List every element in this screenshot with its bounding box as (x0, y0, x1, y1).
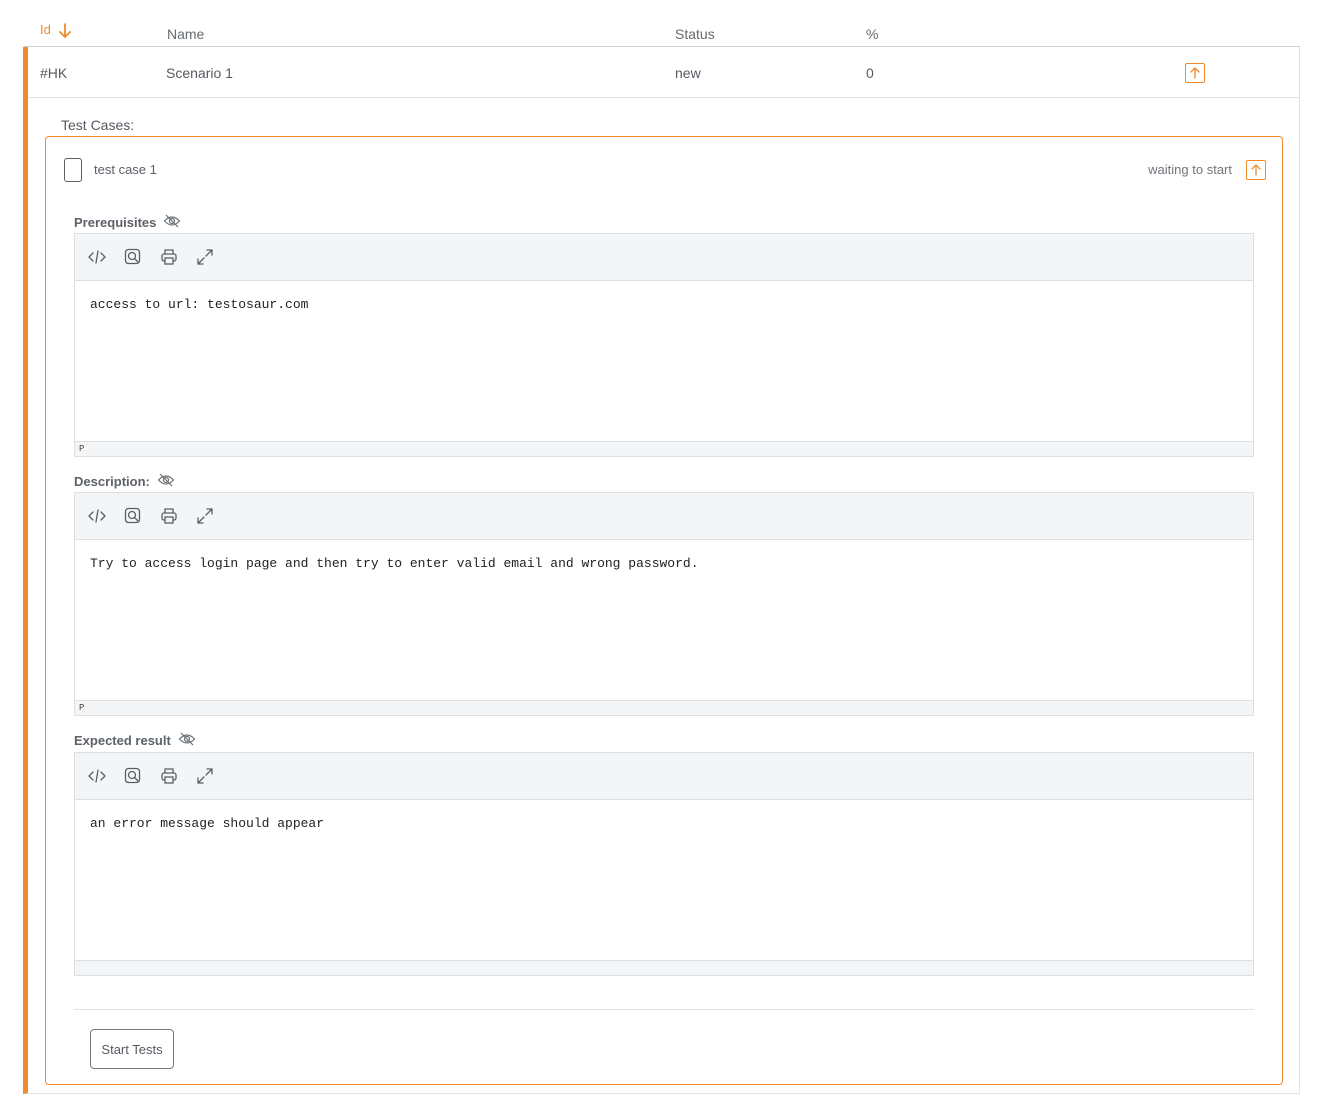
test-case-header: test case 1 waiting to start (64, 157, 1282, 183)
description-editor: Try to access login page and then try to… (74, 492, 1254, 716)
scenario-status: new (675, 65, 701, 81)
header-id[interactable]: Id (40, 22, 51, 37)
test-case-upload-button[interactable] (1246, 160, 1266, 180)
test-case-checkbox[interactable] (64, 158, 82, 182)
code-icon[interactable] (87, 506, 107, 526)
section-label-text: Prerequisites (74, 215, 157, 230)
editor-statusbar: P (75, 700, 1253, 715)
scenario-upload-button[interactable] (1185, 63, 1205, 83)
fullscreen-icon[interactable] (195, 247, 215, 267)
fullscreen-icon[interactable] (195, 506, 215, 526)
eye-off-icon[interactable] (178, 732, 196, 749)
header-percent[interactable]: % (866, 26, 878, 42)
eye-off-icon[interactable] (163, 214, 181, 231)
print-icon[interactable] (159, 766, 179, 786)
search-icon[interactable] (123, 247, 143, 267)
editor-toolbar (75, 493, 1253, 540)
print-icon[interactable] (159, 247, 179, 267)
print-icon[interactable] (159, 506, 179, 526)
header-status[interactable]: Status (675, 26, 715, 42)
section-label-text: Description: (74, 474, 150, 489)
scenario-id: #HK (40, 65, 68, 81)
table-header: Id Name Status % (24, 0, 1300, 47)
search-icon[interactable] (123, 506, 143, 526)
code-icon[interactable] (87, 766, 107, 786)
scenario-row[interactable]: #HK Scenario 1 new 0 (28, 47, 1299, 98)
editor-content[interactable]: Try to access login page and then try to… (75, 540, 1253, 700)
divider (74, 1009, 1254, 1010)
sort-down-arrow-icon[interactable] (58, 22, 74, 40)
scenario-percent: 0 (866, 65, 874, 81)
editor-toolbar (75, 234, 1253, 281)
editor-content[interactable]: an error message should appear (75, 800, 1253, 960)
editor-statusbar (75, 960, 1253, 975)
prerequisites-label: Prerequisites (74, 214, 181, 231)
upload-icon (1251, 164, 1261, 176)
test-case-card: test case 1 waiting to start Prerequisit… (45, 136, 1283, 1085)
test-case-name: test case 1 (94, 162, 157, 177)
test-cases-label: Test Cases: (61, 117, 135, 133)
expected-result-label: Expected result (74, 732, 196, 749)
expected-result-editor: an error message should appear (74, 752, 1254, 976)
start-tests-button[interactable]: Start Tests (90, 1029, 174, 1069)
section-label-text: Expected result (74, 733, 171, 748)
scenario-row-expanded: #HK Scenario 1 new 0 Test Cases: test ca… (23, 47, 1300, 1094)
code-icon[interactable] (87, 247, 107, 267)
editor-content[interactable]: access to url: testosaur.com (75, 281, 1253, 441)
upload-icon (1190, 67, 1200, 79)
eye-off-icon[interactable] (157, 473, 175, 490)
editor-statusbar: P (75, 441, 1253, 456)
prerequisites-editor: access to url: testosaur.com P (74, 233, 1254, 457)
search-icon[interactable] (123, 766, 143, 786)
editor-toolbar (75, 753, 1253, 800)
test-case-status: waiting to start (1148, 162, 1232, 177)
scenario-name: Scenario 1 (166, 65, 233, 81)
header-name[interactable]: Name (167, 26, 204, 42)
description-label: Description: (74, 473, 175, 490)
fullscreen-icon[interactable] (195, 766, 215, 786)
